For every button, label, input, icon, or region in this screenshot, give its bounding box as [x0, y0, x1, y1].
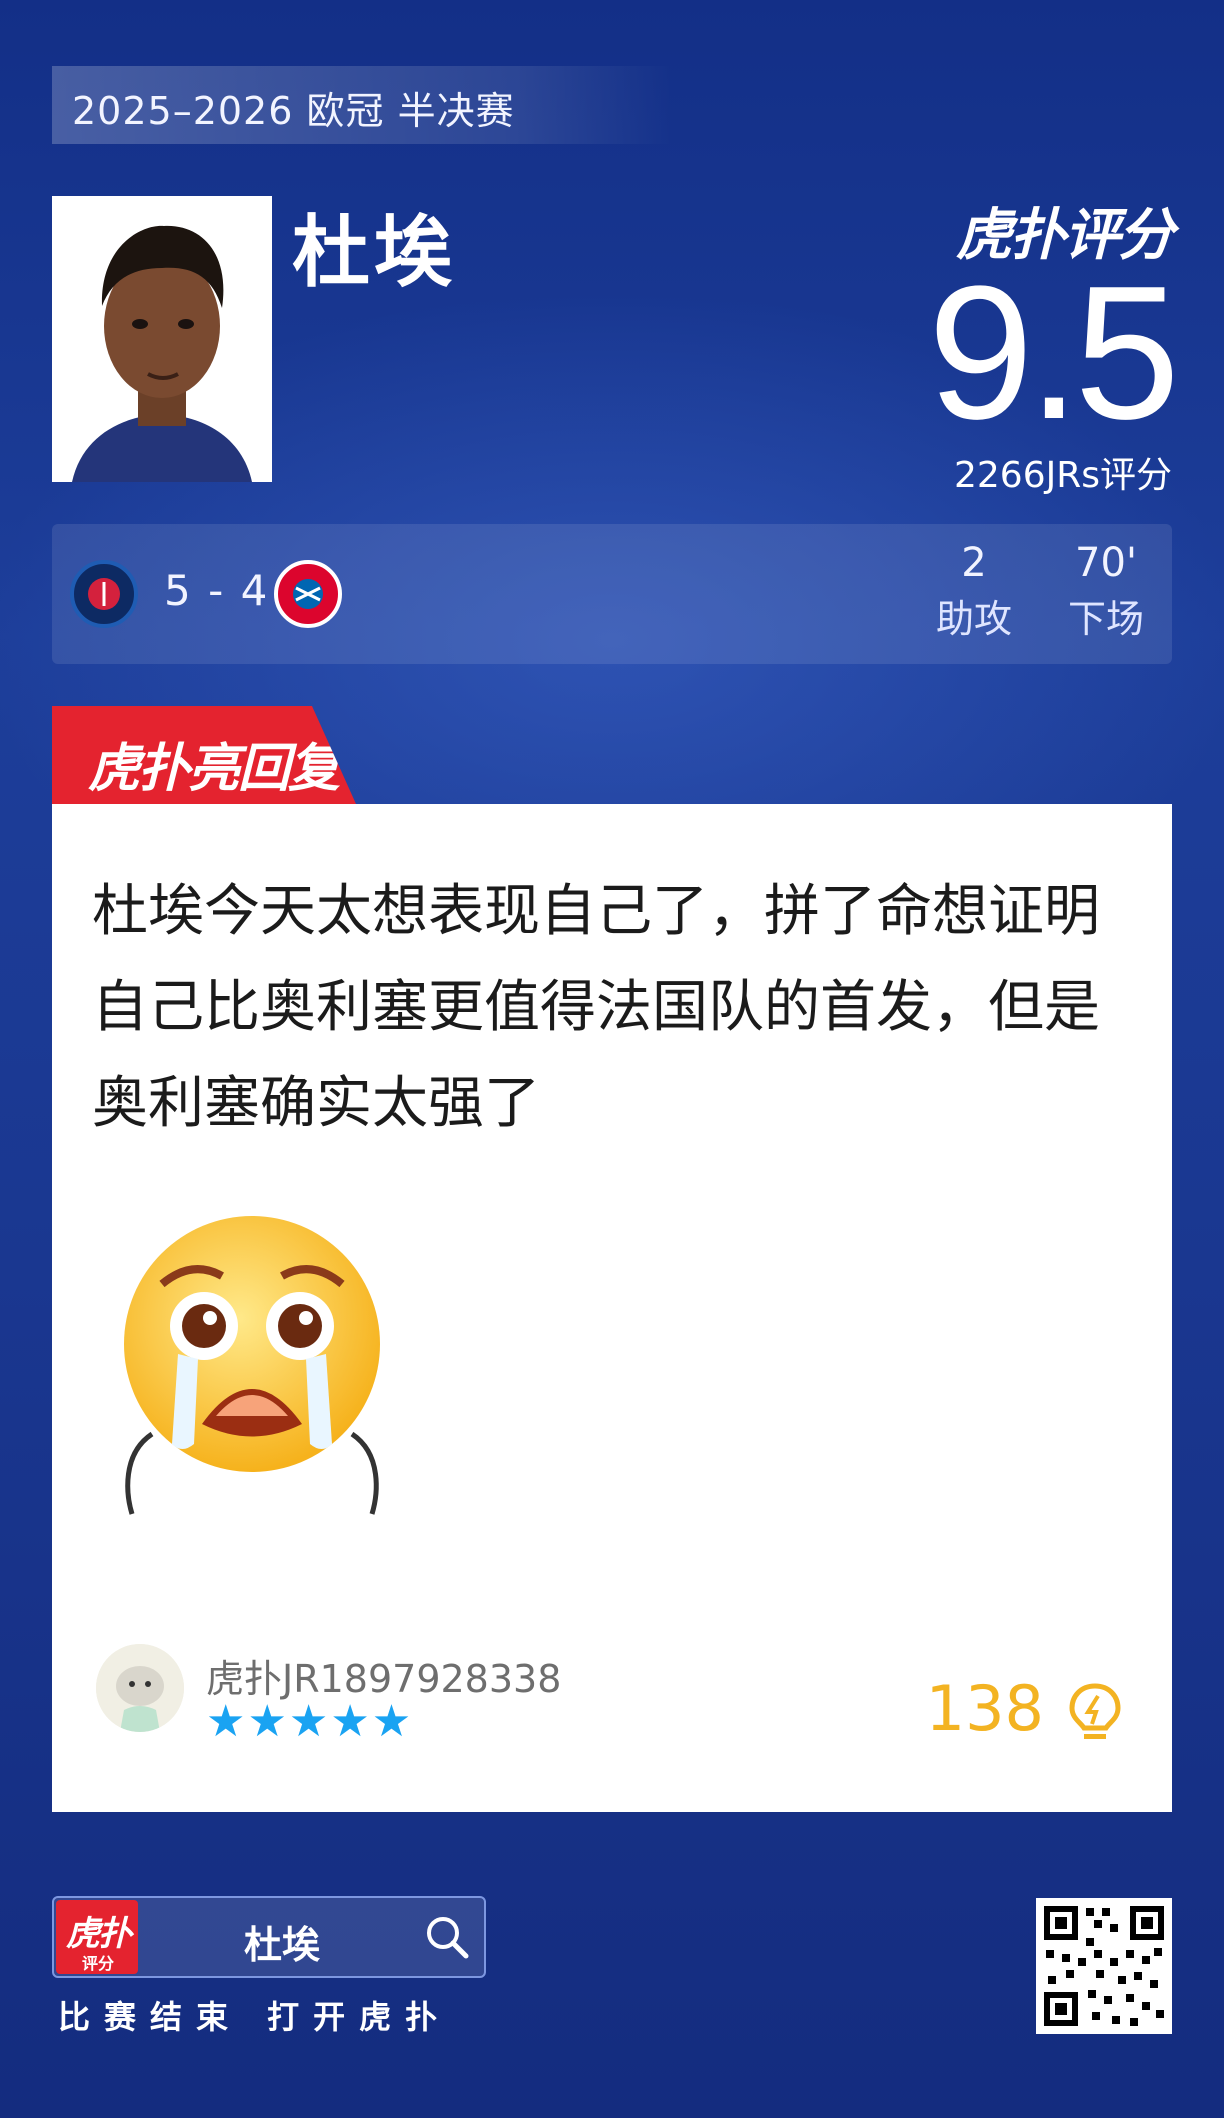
subbed-off-label: 下场 [1067, 597, 1144, 641]
username[interactable]: 虎扑JR1897928338 [206, 1648, 561, 1703]
competition-banner: 2025–2026 欧冠 半决赛 [52, 66, 672, 144]
rating-score: 9.5 [927, 247, 1180, 459]
crying-emoji-icon [112, 1214, 392, 1524]
search-icon[interactable] [422, 1912, 472, 1962]
subbed-off-value: 70' [1075, 540, 1137, 586]
highlight-reply-tag: 虎扑亮回复 [52, 706, 356, 804]
rating-count: 2266JRs评分 [953, 455, 1172, 496]
lightbulb-like-icon[interactable] [1068, 1682, 1122, 1746]
match-score: 5 - 4 [164, 566, 270, 615]
bayern-crest-icon [274, 560, 342, 628]
app-search-bar[interactable]: 虎扑 评分 杜埃 [52, 1896, 486, 1978]
reply-card: 杜埃今天太想表现自己了，拼了命想证明自己比奥利塞更值得法国队的首发，但是奥利塞确… [52, 804, 1172, 1812]
highlight-reply-label: 虎扑亮回复 [88, 739, 340, 799]
user-level-stars: ★★★★★ [206, 1696, 414, 1747]
hupu-app-icon: 虎扑 评分 [56, 1900, 138, 1974]
competition-label: 2025–2026 欧冠 半决赛 [72, 89, 515, 133]
app-icon-main-label: 虎扑 [66, 1914, 132, 1954]
subbed-off-stat: 70' 下场 [1046, 540, 1166, 643]
reply-comment: 杜埃今天太想表现自己了，拼了命想证明自己比奥利塞更值得法国队的首发，但是奥利塞确… [92, 879, 1100, 1136]
player-photo [52, 196, 272, 482]
assists-stat: 2 助攻 [914, 540, 1034, 643]
assists-value: 2 [961, 540, 987, 586]
match-summary: 5 - 4 2 助攻 70' 下场 [52, 524, 1172, 664]
qr-code [1036, 1898, 1172, 2034]
open-app-caption: 比赛结束 打开虎扑 [58, 1998, 452, 2036]
user-avatar[interactable] [96, 1644, 184, 1732]
search-term: 杜埃 [244, 1923, 321, 1967]
like-count: 138 [925, 1672, 1044, 1745]
player-name: 杜埃 [292, 208, 457, 298]
psg-crest-icon [70, 560, 138, 628]
app-icon-sub-label: 评分 [82, 1954, 115, 1973]
assists-label: 助攻 [935, 597, 1012, 641]
